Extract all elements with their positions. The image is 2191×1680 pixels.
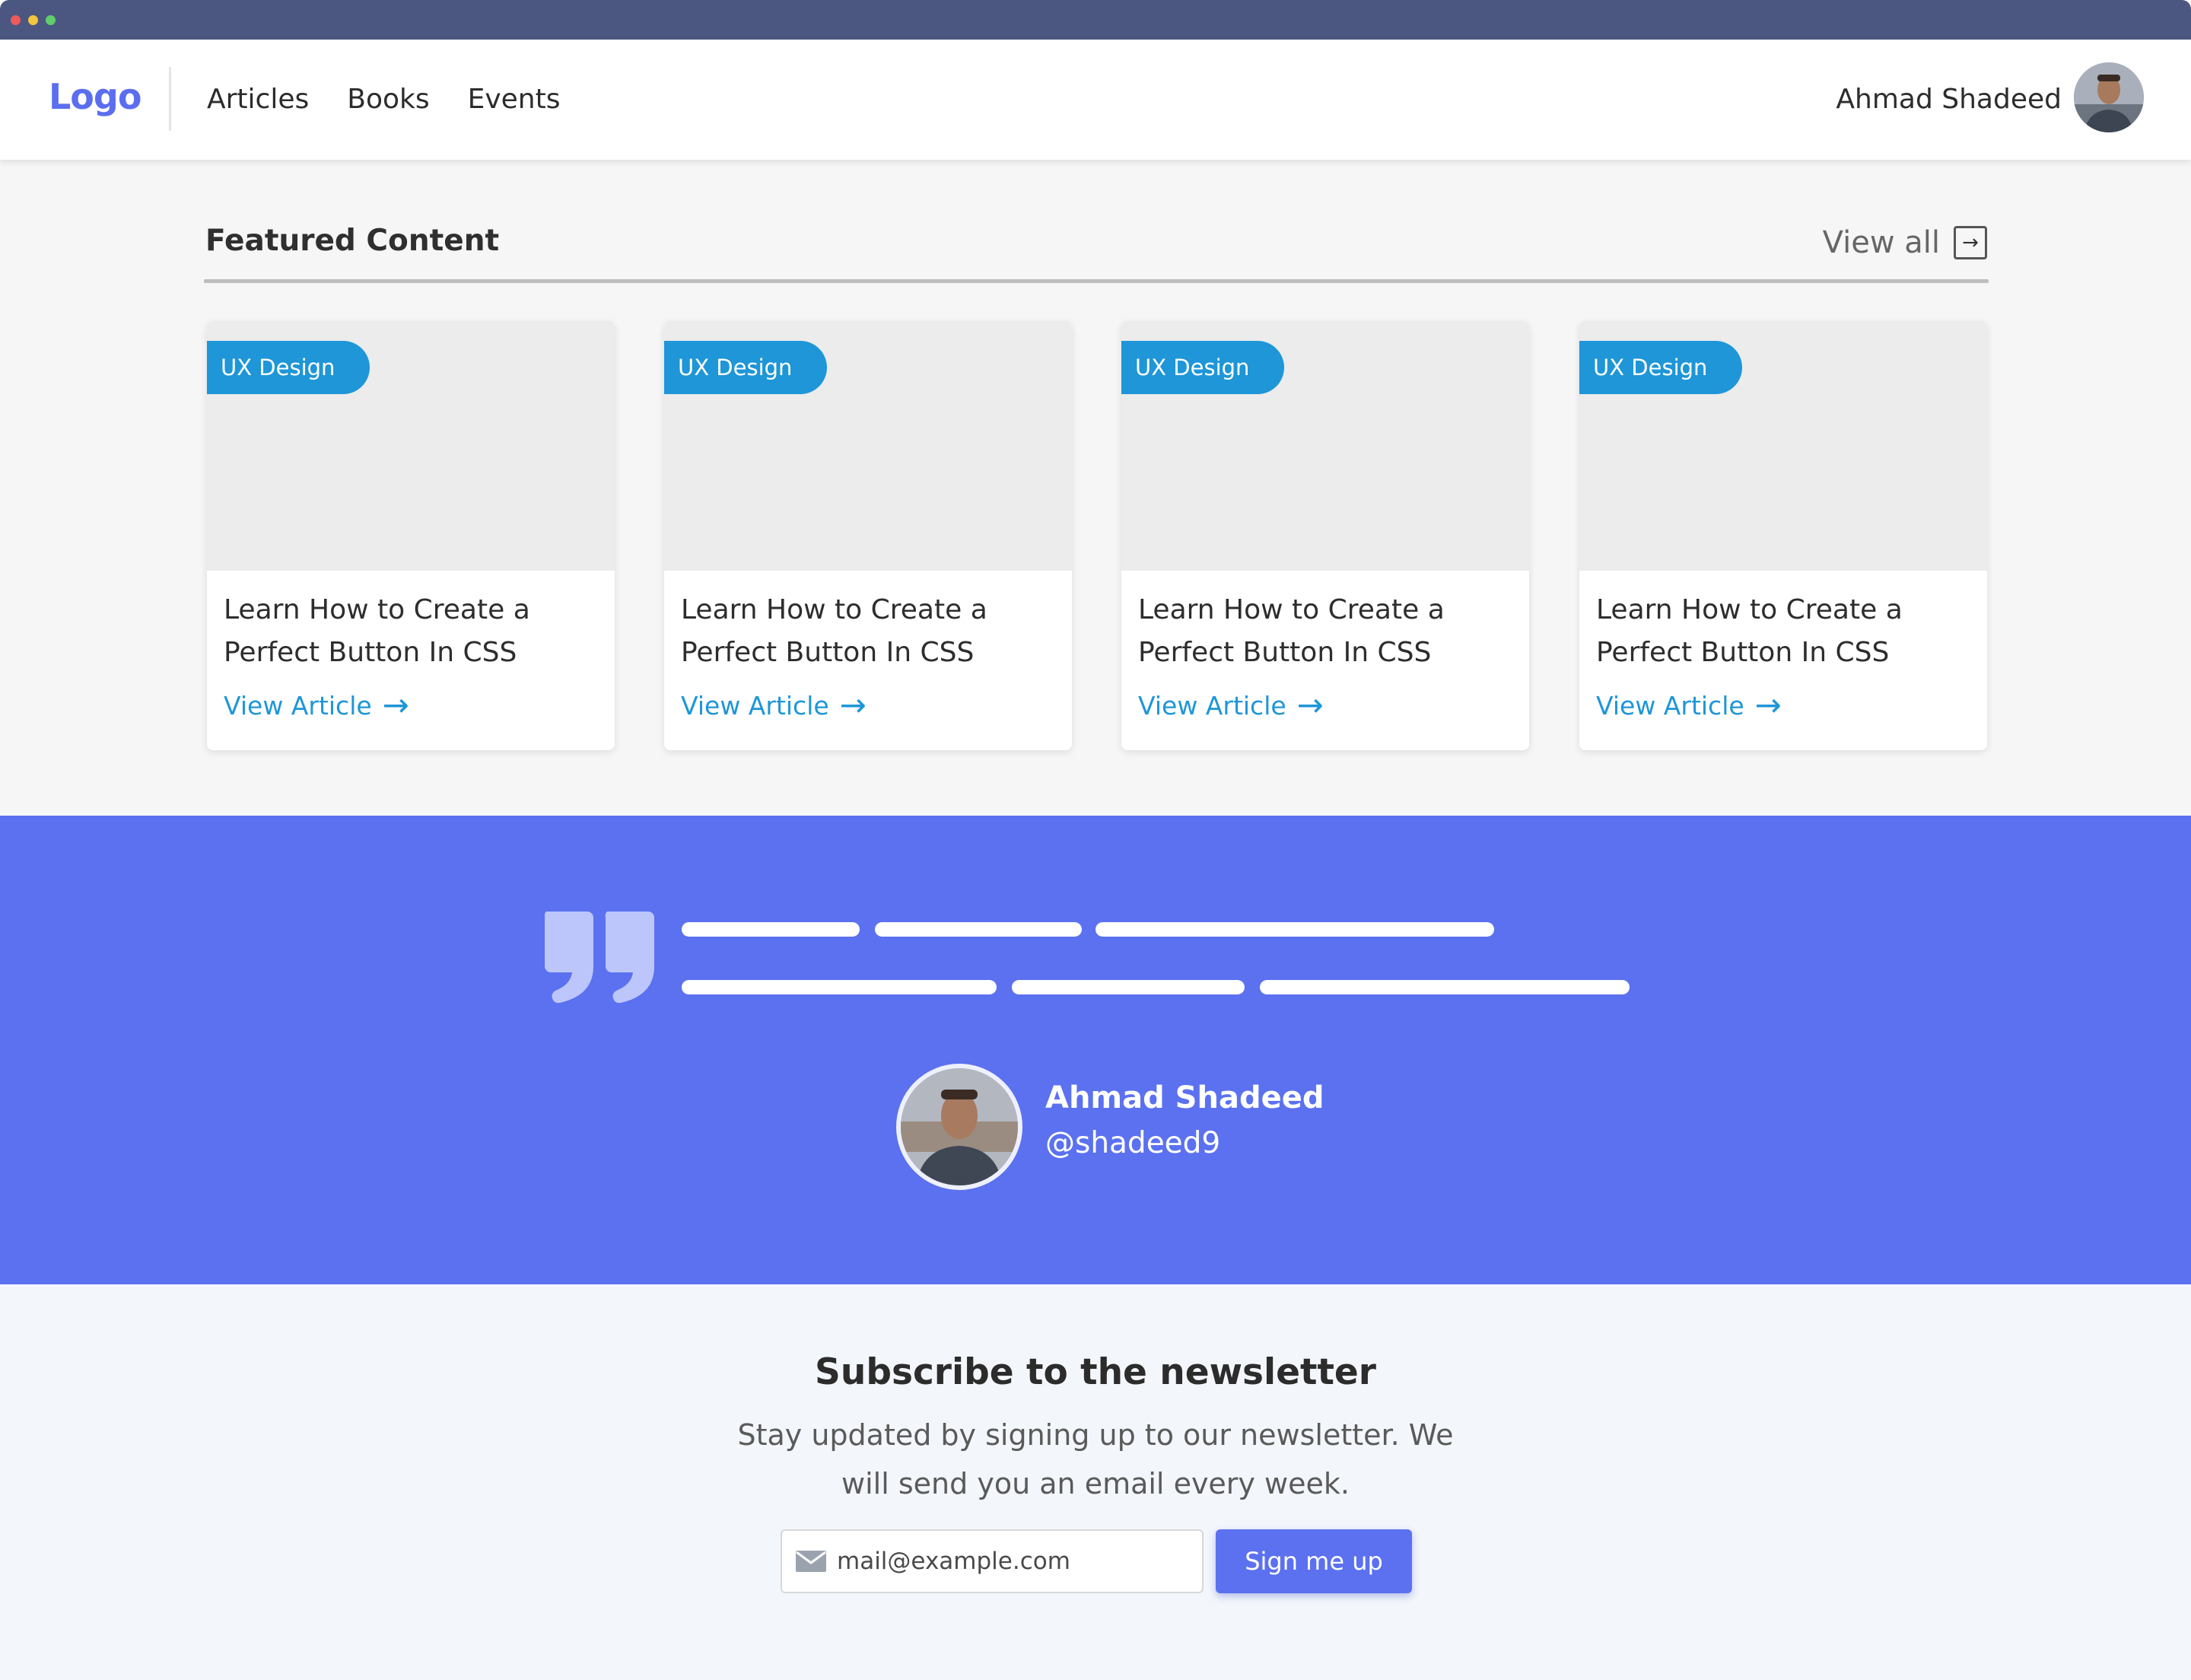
card-title: Learn How to Create a Perfect Button In … [1138,594,1445,668]
article-card[interactable]: UX Design Learn How to Create a Perfect … [664,321,1072,750]
newsletter-section: Subscribe to the newsletter Stay updated… [0,1284,2191,1680]
nav-item-events[interactable]: Events [468,84,561,115]
view-article-link[interactable]: View Article → [1596,689,1782,721]
card-title: Learn How to Create a Perfect Button In … [224,594,530,668]
author-handle[interactable]: @shadeed9 [1045,1126,1220,1160]
category-badge[interactable]: UX Design [207,341,370,394]
arrow-right-icon: → [382,686,409,724]
main-nav: Articles Books Events [207,84,561,115]
logo-divider [169,67,171,131]
view-article-label: View Article [681,690,829,721]
view-article-link[interactable]: View Article → [681,689,867,721]
email-input[interactable] [837,1548,1187,1575]
author-name: Ahmad Shadeed [1045,1080,1324,1115]
site-header: Logo Articles Books Events Ahmad Shadeed [0,40,2191,160]
article-card[interactable]: UX Design Learn How to Create a Perfect … [1121,321,1529,750]
view-article-label: View Article [224,690,372,721]
article-card[interactable]: UX Design Learn How to Create a Perfect … [1579,321,1987,750]
section-title: Featured Content [205,224,500,258]
newsletter-title: Subscribe to the newsletter [815,1351,1376,1393]
nav-item-articles[interactable]: Articles [207,84,309,115]
arrow-right-icon: → [839,686,867,724]
sign-up-button[interactable]: Sign me up [1216,1529,1412,1593]
close-window-dot[interactable] [11,15,21,25]
window-titlebar [0,0,2191,40]
logo[interactable]: Logo [49,76,142,117]
newsletter-description: Stay updated by signing up to our newsle… [737,1418,1454,1500]
category-badge[interactable]: UX Design [1579,341,1743,394]
category-badge[interactable]: UX Design [1121,341,1285,394]
arrow-right-box-icon: → [1954,226,1987,259]
article-card[interactable]: UX Design Learn How to Create a Perfect … [207,321,615,750]
nav-item-books[interactable]: Books [347,84,429,115]
quote-text-placeholder [682,922,860,937]
minimize-window-dot[interactable] [28,15,38,25]
email-field[interactable] [781,1529,1204,1593]
section-divider [204,279,1989,283]
quote-text-placeholder [875,922,1082,937]
category-badge[interactable]: UX Design [664,341,828,394]
view-article-link[interactable]: View Article → [1138,689,1324,721]
view-all-link[interactable]: View all → [1823,225,1987,260]
view-article-link[interactable]: View Article → [224,689,409,721]
quote-text-placeholder [1012,980,1245,994]
author-avatar [896,1064,1022,1190]
quote-text-placeholder [1096,922,1494,937]
maximize-window-dot[interactable] [46,15,56,25]
user-name[interactable]: Ahmad Shadeed [1836,84,2062,115]
mail-icon [796,1551,826,1572]
card-title: Learn How to Create a Perfect Button In … [1596,594,1903,668]
quote-text-placeholder [682,980,997,994]
quote-text-placeholder [1260,980,1630,994]
arrow-right-icon: → [1296,686,1324,724]
quote-mark-icon [545,912,654,1003]
view-article-label: View Article [1596,690,1744,721]
view-article-label: View Article [1138,690,1286,721]
featured-section: Featured Content View all → UX Design Le… [0,160,2191,816]
view-all-label: View all [1822,225,1940,260]
card-title: Learn How to Create a Perfect Button In … [681,594,987,668]
testimonial-section: Ahmad Shadeed @shadeed9 [0,816,2191,1284]
arrow-right-icon: → [1754,686,1782,724]
user-avatar[interactable] [2074,62,2144,132]
